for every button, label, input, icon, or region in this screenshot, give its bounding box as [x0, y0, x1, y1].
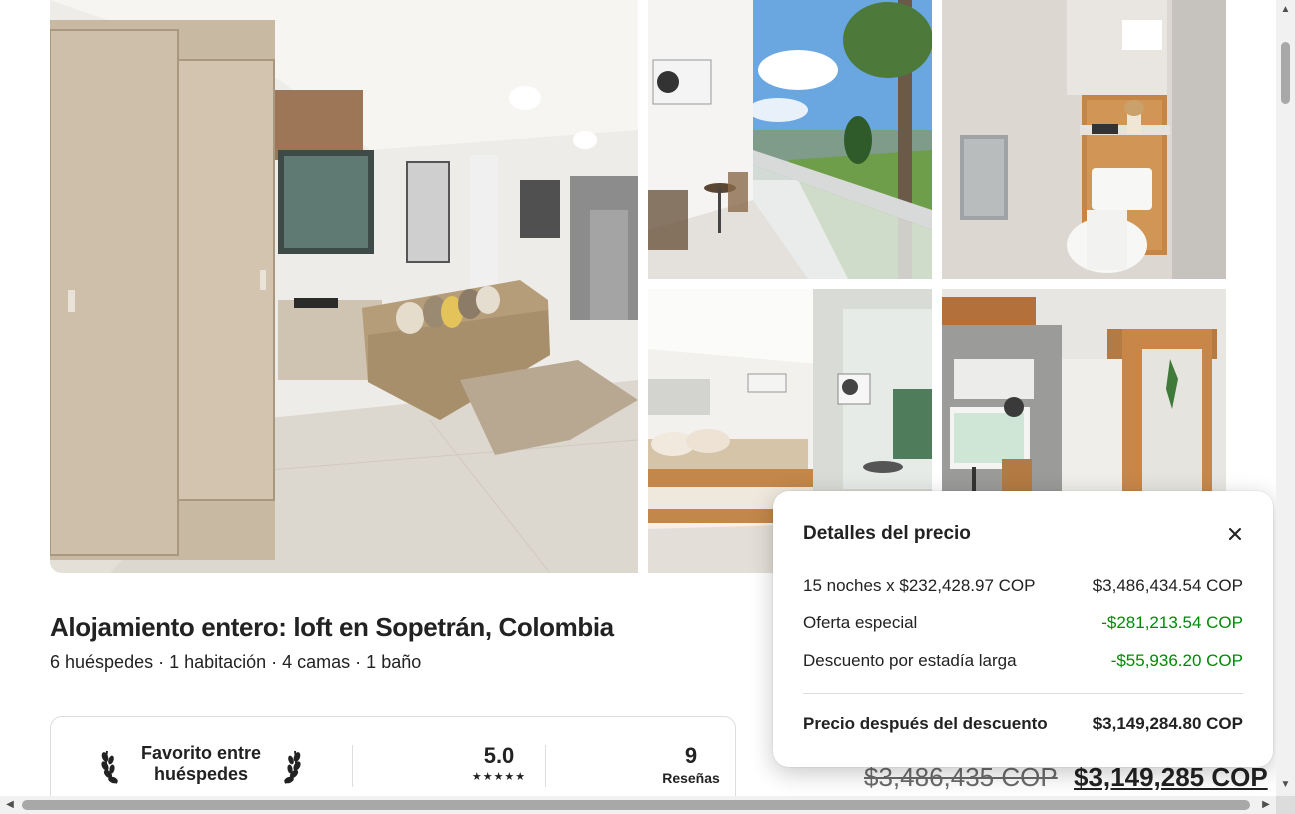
listing-title: Alojamiento entero: loft en Sopetrán, Co… — [50, 612, 614, 642]
scroll-down-arrow-icon[interactable]: ▼ — [1279, 779, 1292, 791]
laurel-left-icon — [101, 750, 118, 784]
price-row-total: Precio después del descuento $3,149,284.… — [803, 714, 1243, 738]
reviews-count[interactable]: 9 — [596, 743, 786, 769]
guest-favorite-label: Favorito entre huéspedes — [140, 743, 262, 784]
close-icon[interactable] — [1223, 522, 1247, 546]
divider — [803, 693, 1243, 694]
horizontal-scrollbar-thumb[interactable] — [22, 800, 1250, 810]
price-details-popover: Detalles del precio 15 noches x $232,428… — [773, 491, 1273, 767]
photo-balcony[interactable] — [648, 0, 932, 279]
price-row-long-stay-discount: Descuento por estadía larga -$55,936.20 … — [803, 651, 1243, 675]
rating-block: 5.0 ★★★★★ — [403, 743, 595, 783]
vertical-scrollbar-thumb[interactable] — [1281, 42, 1290, 104]
rating-stars-icon: ★★★★★ — [471, 771, 527, 783]
laurel-right-icon — [284, 750, 301, 784]
living-room-image — [50, 0, 638, 573]
divider — [352, 745, 353, 787]
scroll-right-arrow-icon[interactable]: ▶ — [1260, 798, 1272, 812]
special-offer-label: Oferta especial — [803, 613, 918, 632]
reviews-block[interactable]: 9 Reseñas — [596, 743, 786, 786]
vertical-scrollbar[interactable] — [1276, 0, 1295, 796]
listing-details: 6 huéspedes · 1 habitación · 4 camas · 1… — [50, 652, 422, 672]
price-details-title: Detalles del precio — [803, 523, 971, 544]
divider — [545, 745, 546, 787]
photo-living-room[interactable] — [50, 0, 638, 573]
price-row-nights: 15 noches x $232,428.97 COP $3,486,434.5… — [803, 576, 1243, 600]
long-stay-discount-label: Descuento por estadía larga — [803, 651, 1017, 670]
photo-bathroom[interactable] — [942, 0, 1226, 279]
balcony-image — [648, 0, 932, 279]
total-value: $3,149,284.80 COP — [1092, 714, 1243, 733]
long-stay-discount-value: -$55,936.20 COP — [1110, 651, 1243, 670]
rating-value: 5.0 — [483, 743, 515, 768]
nights-value: $3,486,434.54 COP — [1092, 576, 1243, 595]
scroll-up-arrow-icon[interactable]: ▲ — [1279, 4, 1292, 16]
total-label: Precio después del descuento — [803, 714, 1048, 733]
price-row-special-offer: Oferta especial -$281,213.54 COP — [803, 613, 1243, 637]
special-offer-value: -$281,213.54 COP — [1101, 613, 1243, 632]
scroll-left-arrow-icon[interactable]: ◀ — [4, 798, 16, 812]
bathroom-image — [942, 0, 1226, 279]
guest-favorite-badge: Favorito entre huéspedes — [101, 743, 301, 787]
scrollbar-corner — [1276, 796, 1295, 814]
reviews-label[interactable]: Reseñas — [596, 770, 786, 786]
nights-label: 15 noches x $232,428.97 COP — [803, 576, 1036, 595]
